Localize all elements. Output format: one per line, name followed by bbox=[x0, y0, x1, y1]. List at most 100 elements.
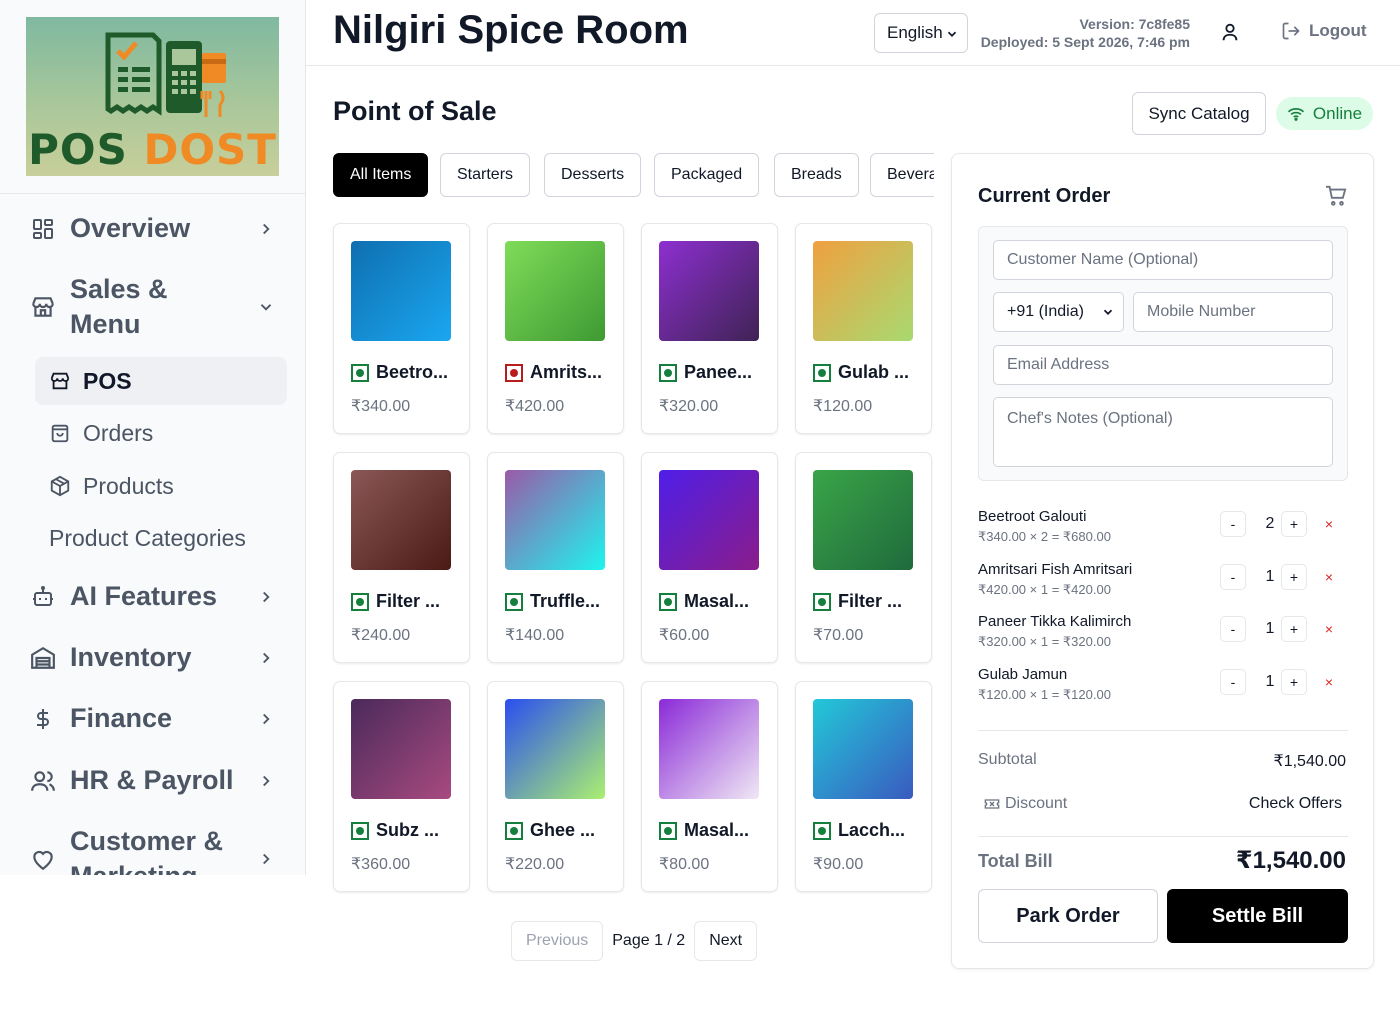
increase-qty-button[interactable]: + bbox=[1281, 511, 1307, 537]
sidebar-item-label: Inventory bbox=[70, 642, 192, 672]
product-name: Masal... bbox=[684, 820, 750, 840]
product-card[interactable]: Lacch... ₹90.00 bbox=[795, 681, 932, 892]
product-name-row: Amrits... bbox=[505, 362, 617, 383]
order-line-item: Beetroot Galouti ₹340.00 × 2 = ₹680.00 - 2 +… bbox=[978, 508, 1348, 548]
decrease-qty-button[interactable]: - bbox=[1220, 616, 1246, 642]
logout-button[interactable]: Logout bbox=[1281, 21, 1367, 41]
chef-notes-textarea[interactable]: Chef's Notes (Optional) bbox=[993, 397, 1333, 467]
sidebar-item-hr-payroll[interactable]: HR & Payroll bbox=[28, 763, 278, 798]
sidebar-item-label: HR & Payroll bbox=[70, 765, 234, 795]
mobile-number-input[interactable]: Mobile Number bbox=[1133, 292, 1333, 332]
product-image bbox=[351, 470, 451, 570]
park-order-button[interactable]: Park Order bbox=[978, 889, 1158, 943]
remove-item-button[interactable]: × bbox=[1320, 511, 1338, 537]
sidebar-subitem-orders[interactable]: Orders bbox=[35, 409, 287, 457]
decrease-qty-button[interactable]: - bbox=[1220, 563, 1246, 590]
product-card[interactable]: Filter ... ₹240.00 bbox=[333, 452, 470, 663]
product-name-row: Ghee ... bbox=[505, 820, 617, 841]
status-badge: Online bbox=[1276, 97, 1373, 130]
next-page-button[interactable]: Next bbox=[694, 921, 758, 961]
customer-name-input[interactable]: Customer Name (Optional) bbox=[993, 240, 1333, 280]
chevron-right-icon bbox=[254, 847, 278, 871]
user-icon[interactable] bbox=[1219, 21, 1241, 43]
product-price: ₹240.00 bbox=[351, 627, 411, 644]
product-card[interactable]: Beetro... ₹340.00 bbox=[333, 223, 470, 434]
chevron-right-icon bbox=[254, 217, 278, 241]
previous-page-button[interactable]: Previous bbox=[511, 921, 604, 961]
sidebar-subitem-label: Product Categories bbox=[49, 524, 246, 551]
remove-item-button[interactable]: × bbox=[1320, 669, 1338, 695]
sidebar-item-customer-marketing[interactable]: Customer & Marketing bbox=[28, 824, 278, 875]
remove-item-button[interactable]: × bbox=[1320, 616, 1338, 642]
decrease-qty-button[interactable]: - bbox=[1220, 668, 1246, 695]
dollar-icon bbox=[28, 704, 58, 734]
sidebar-item-label: Sales & Menu bbox=[70, 274, 168, 339]
sidebar-subitem-product-categories[interactable]: Product Categories bbox=[35, 514, 287, 562]
order-line-item: Gulab Jamun ₹120.00 × 1 = ₹120.00 - 1 + × bbox=[978, 666, 1348, 706]
sidebar-item-ai-features[interactable]: AI Features bbox=[28, 579, 278, 614]
divider bbox=[978, 730, 1348, 731]
tab-beverages[interactable]: Beverages bbox=[870, 153, 934, 197]
sidebar-item-finance[interactable]: Finance bbox=[28, 701, 278, 736]
discount-label: Discount bbox=[1005, 795, 1068, 812]
settle-bill-button[interactable]: Settle Bill bbox=[1167, 889, 1348, 943]
divider bbox=[978, 836, 1348, 837]
product-price: ₹60.00 bbox=[659, 627, 710, 644]
sync-catalog-button[interactable]: Sync Catalog bbox=[1132, 92, 1266, 135]
product-card[interactable]: Amrits... ₹420.00 bbox=[487, 223, 624, 434]
product-card[interactable]: Ghee ... ₹220.00 bbox=[487, 681, 624, 892]
tab-starters[interactable]: Starters bbox=[440, 153, 531, 197]
product-image bbox=[505, 699, 605, 799]
sidebar-subitem-label: Orders bbox=[83, 419, 154, 446]
email-input[interactable]: Email Address bbox=[993, 345, 1333, 385]
quantity-value: 2 bbox=[1265, 515, 1275, 532]
product-card[interactable]: Filter ... ₹70.00 bbox=[795, 452, 932, 663]
total-bill-value: ₹1,540.00 bbox=[1235, 847, 1346, 874]
tab-desserts[interactable]: Desserts bbox=[544, 153, 642, 197]
product-card[interactable]: Truffle... ₹140.00 bbox=[487, 452, 624, 663]
product-card[interactable]: Gulab ... ₹120.00 bbox=[795, 223, 932, 434]
veg-icon bbox=[813, 592, 831, 611]
increase-qty-button[interactable]: + bbox=[1281, 616, 1307, 642]
sidebar-item-inventory[interactable]: Inventory bbox=[28, 640, 278, 675]
product-image bbox=[351, 699, 451, 799]
quantity-value: 1 bbox=[1265, 672, 1275, 690]
product-card[interactable]: Masal... ₹80.00 bbox=[641, 681, 778, 892]
sidebar-subitem-pos[interactable]: POS bbox=[35, 357, 287, 405]
product-card[interactable]: Subz ... ₹360.00 bbox=[333, 681, 470, 892]
line-item-name: Paneer Tikka Kalimirch bbox=[978, 613, 1132, 630]
sidebar-subitem-products[interactable]: Products bbox=[35, 462, 287, 510]
remove-item-button[interactable]: × bbox=[1320, 564, 1338, 590]
product-card[interactable]: Panee... ₹320.00 bbox=[641, 223, 778, 434]
tab-all-items[interactable]: All Items bbox=[333, 153, 429, 197]
line-item-calc: ₹420.00 × 1 = ₹420.00 bbox=[978, 581, 1111, 597]
discount-row: Discount bbox=[984, 795, 1067, 813]
product-image bbox=[659, 241, 759, 341]
sidebar-item-sales-menu[interactable]: Sales & Menu bbox=[28, 272, 278, 342]
product-name-row: Subz ... bbox=[351, 820, 463, 841]
brand-logo: POS DOST bbox=[26, 17, 279, 176]
top-header: Nilgiri Spice Room English Version: 7c8f… bbox=[306, 0, 1400, 66]
users-icon bbox=[28, 766, 58, 796]
decrease-qty-button[interactable]: - bbox=[1220, 511, 1246, 537]
robot-icon bbox=[28, 582, 58, 612]
language-select[interactable]: English bbox=[874, 13, 968, 53]
box-icon bbox=[49, 475, 71, 497]
product-name-row: Filter ... bbox=[351, 591, 463, 612]
tab-breads[interactable]: Breads bbox=[774, 153, 859, 197]
product-name-row: Lacch... bbox=[813, 820, 925, 841]
tab-packaged[interactable]: Packaged bbox=[654, 153, 760, 197]
product-card[interactable]: Masal... ₹60.00 bbox=[641, 452, 778, 663]
veg-icon bbox=[659, 363, 677, 382]
product-price: ₹80.00 bbox=[659, 856, 710, 873]
country-code-select[interactable]: +91 (India) bbox=[993, 292, 1124, 332]
check-offers-link[interactable]: Check Offers bbox=[1249, 795, 1342, 813]
product-name: Lacch... bbox=[838, 820, 906, 840]
increase-qty-button[interactable]: + bbox=[1281, 668, 1307, 695]
increase-qty-button[interactable]: + bbox=[1281, 563, 1307, 590]
sidebar-item-overview[interactable]: Overview bbox=[28, 211, 278, 246]
veg-icon bbox=[351, 363, 369, 382]
deployed-line: Deployed: 5 Sept 2026, 7:46 pm bbox=[980, 34, 1190, 50]
logout-icon bbox=[1281, 21, 1301, 41]
product-name: Amrits... bbox=[530, 362, 603, 382]
